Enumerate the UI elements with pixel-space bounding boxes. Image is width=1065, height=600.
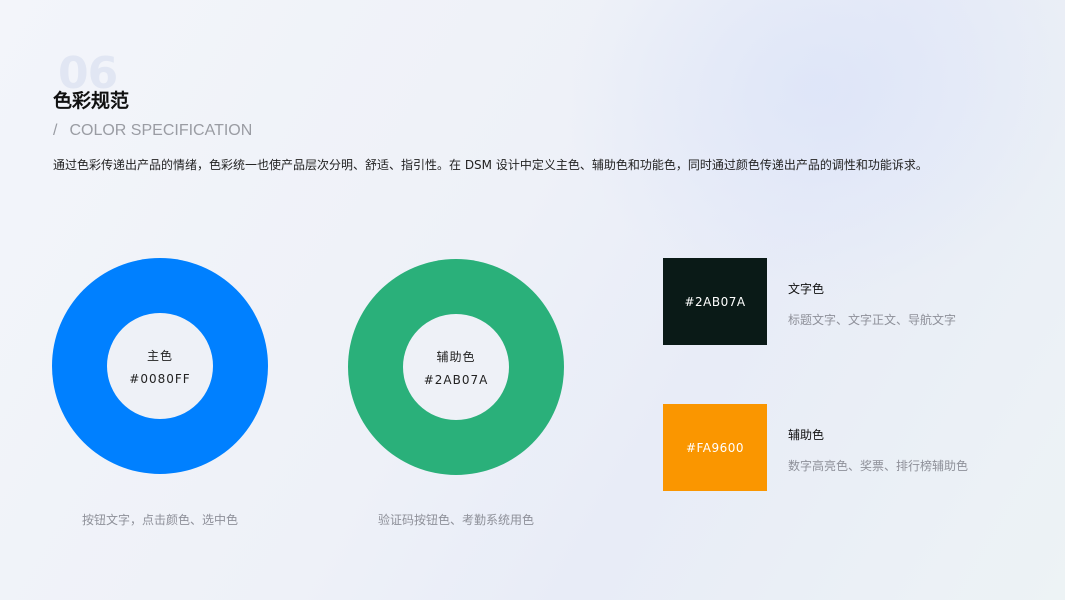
primary-color-name: 主色: [146, 348, 173, 363]
primary-color-ring-center: 主色 #0080FF: [107, 313, 213, 419]
primary-color-ring: 主色 #0080FF: [52, 258, 268, 474]
subtitle-text: COLOR SPECIFICATION: [69, 122, 253, 139]
accent-color-swatch: #FA9600: [663, 404, 767, 491]
secondary-color-caption: 验证码按钮色、考勤系统用色: [377, 513, 534, 527]
background-glow: [560, 0, 1065, 300]
primary-color-caption: 按钮文字，点击颜色、选中色: [81, 513, 238, 527]
text-color-title: 文字色: [788, 282, 825, 296]
subtitle-slash: /: [53, 122, 58, 139]
page-subtitle: / COLOR SPECIFICATION: [53, 121, 252, 140]
secondary-color-ring: 辅助色 #2AB07A: [348, 259, 564, 475]
secondary-color-name: 辅助色: [436, 349, 476, 364]
secondary-color-hex: #2AB07A: [423, 372, 489, 387]
page-title: 色彩规范: [53, 90, 130, 112]
secondary-color-ring-center: 辅助色 #2AB07A: [403, 314, 509, 420]
accent-color-title: 辅助色: [788, 428, 825, 442]
text-color-swatch: #2AB07A: [663, 258, 767, 345]
page-description: 通过色彩传递出产品的情绪，色彩统一也使产品层次分明、舒适、指引性。在 DSM 设…: [53, 158, 928, 172]
text-color-description: 标题文字、文字正文、导航文字: [788, 313, 957, 327]
primary-color-hex: #0080FF: [129, 371, 191, 386]
accent-color-description: 数字高亮色、奖票、排行榜辅助色: [788, 459, 969, 473]
